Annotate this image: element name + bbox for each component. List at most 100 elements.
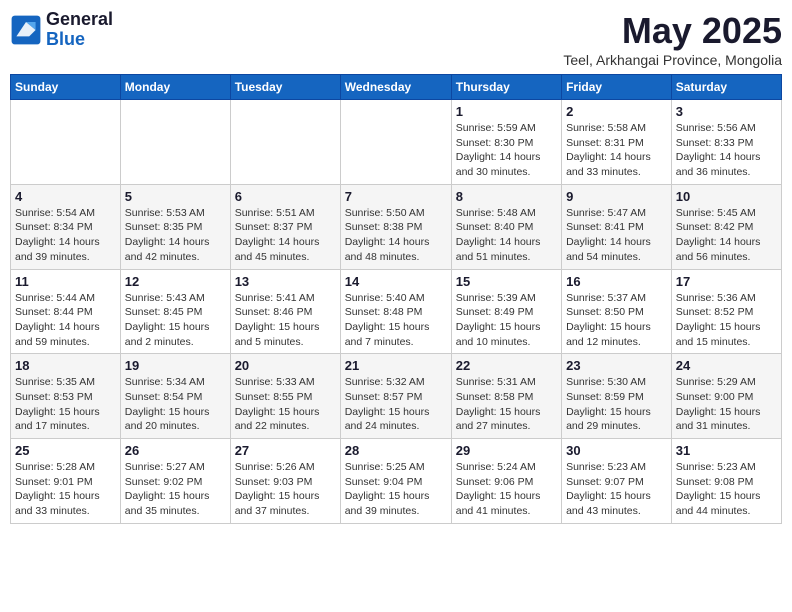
day-number: 23 (566, 358, 667, 373)
calendar-cell: 19 Sunrise: 5:34 AM Sunset: 8:54 PM Dayli… (120, 354, 230, 439)
day-info: Sunrise: 5:43 AM Sunset: 8:45 PM Dayligh… (125, 291, 226, 350)
weekday-header: Friday (562, 75, 672, 100)
calendar-cell: 25 Sunrise: 5:28 AM Sunset: 9:01 PM Dayli… (11, 439, 121, 524)
day-number: 26 (125, 443, 226, 458)
day-info: Sunrise: 5:33 AM Sunset: 8:55 PM Dayligh… (235, 375, 336, 434)
day-info: Sunrise: 5:28 AM Sunset: 9:01 PM Dayligh… (15, 460, 116, 519)
calendar-cell: 30 Sunrise: 5:23 AM Sunset: 9:07 PM Dayli… (562, 439, 672, 524)
calendar-cell: 27Sunrise: 5:26 AM Sunset: 9:03 PM Dayli… (230, 439, 340, 524)
weekday-header: Sunday (11, 75, 121, 100)
calendar-cell: 4 Sunrise: 5:54 AM Sunset: 8:34 PM Daylig… (11, 184, 121, 269)
day-info: Sunrise: 5:23 AM Sunset: 9:07 PM Dayligh… (566, 460, 667, 519)
day-info: Sunrise: 5:50 AM Sunset: 8:38 PM Dayligh… (345, 206, 447, 265)
calendar-cell: 21 Sunrise: 5:32 AM Sunset: 8:57 PM Dayli… (340, 354, 451, 439)
calendar-cell: 11Sunrise: 5:44 AM Sunset: 8:44 PM Dayli… (11, 269, 121, 354)
calendar-cell (230, 100, 340, 185)
day-number: 4 (15, 189, 116, 204)
calendar-cell (120, 100, 230, 185)
calendar-week-row: 11Sunrise: 5:44 AM Sunset: 8:44 PM Dayli… (11, 269, 782, 354)
day-number: 16 (566, 274, 667, 289)
day-number: 31 (676, 443, 777, 458)
day-number: 9 (566, 189, 667, 204)
day-number: 10 (676, 189, 777, 204)
day-number: 24 (676, 358, 777, 373)
day-info: Sunrise: 5:56 AM Sunset: 8:33 PM Dayligh… (676, 121, 777, 180)
day-info: Sunrise: 5:40 AM Sunset: 8:48 PM Dayligh… (345, 291, 447, 350)
day-info: Sunrise: 5:29 AM Sunset: 9:00 PM Dayligh… (676, 375, 777, 434)
calendar-cell: 12 Sunrise: 5:43 AM Sunset: 8:45 PM Dayli… (120, 269, 230, 354)
day-number: 17 (676, 274, 777, 289)
weekday-header: Thursday (451, 75, 561, 100)
day-number: 20 (235, 358, 336, 373)
calendar-cell: 31 Sunrise: 5:23 AM Sunset: 9:08 PM Dayli… (671, 439, 781, 524)
calendar-cell: 6 Sunrise: 5:51 AM Sunset: 8:37 PM Daylig… (230, 184, 340, 269)
day-info: Sunrise: 5:39 AM Sunset: 8:49 PM Dayligh… (456, 291, 557, 350)
calendar-cell: 7 Sunrise: 5:50 AM Sunset: 8:38 PM Daylig… (340, 184, 451, 269)
page-header: General Blue May 2025 Teel, Arkhangai Pr… (10, 10, 782, 68)
day-info: Sunrise: 5:54 AM Sunset: 8:34 PM Dayligh… (15, 206, 116, 265)
day-info: Sunrise: 5:53 AM Sunset: 8:35 PM Dayligh… (125, 206, 226, 265)
calendar-cell: 17Sunrise: 5:36 AM Sunset: 8:52 PM Dayli… (671, 269, 781, 354)
logo: General Blue (10, 10, 113, 50)
day-number: 30 (566, 443, 667, 458)
calendar-cell: 26 Sunrise: 5:27 AM Sunset: 9:02 PM Dayli… (120, 439, 230, 524)
logo-text: General Blue (46, 10, 113, 50)
day-number: 15 (456, 274, 557, 289)
day-number: 5 (125, 189, 226, 204)
day-info: Sunrise: 5:41 AM Sunset: 8:46 PM Dayligh… (235, 291, 336, 350)
day-number: 29 (456, 443, 557, 458)
day-info: Sunrise: 5:32 AM Sunset: 8:57 PM Dayligh… (345, 375, 447, 434)
day-number: 25 (15, 443, 116, 458)
calendar-cell: 28Sunrise: 5:25 AM Sunset: 9:04 PM Dayli… (340, 439, 451, 524)
day-info: Sunrise: 5:51 AM Sunset: 8:37 PM Dayligh… (235, 206, 336, 265)
calendar-cell: 13 Sunrise: 5:41 AM Sunset: 8:46 PM Dayli… (230, 269, 340, 354)
logo-general: General (46, 10, 113, 30)
day-number: 21 (345, 358, 447, 373)
day-number: 12 (125, 274, 226, 289)
day-number: 13 (235, 274, 336, 289)
day-number: 19 (125, 358, 226, 373)
day-info: Sunrise: 5:47 AM Sunset: 8:41 PM Dayligh… (566, 206, 667, 265)
day-info: Sunrise: 5:30 AM Sunset: 8:59 PM Dayligh… (566, 375, 667, 434)
calendar-week-row: 25 Sunrise: 5:28 AM Sunset: 9:01 PM Dayli… (11, 439, 782, 524)
day-number: 7 (345, 189, 447, 204)
day-info: Sunrise: 5:23 AM Sunset: 9:08 PM Dayligh… (676, 460, 777, 519)
calendar-cell: 29 Sunrise: 5:24 AM Sunset: 9:06 PM Dayli… (451, 439, 561, 524)
day-info: Sunrise: 5:48 AM Sunset: 8:40 PM Dayligh… (456, 206, 557, 265)
day-info: Sunrise: 5:44 AM Sunset: 8:44 PM Dayligh… (15, 291, 116, 350)
day-info: Sunrise: 5:45 AM Sunset: 8:42 PM Dayligh… (676, 206, 777, 265)
day-info: Sunrise: 5:59 AM Sunset: 8:30 PM Dayligh… (456, 121, 557, 180)
day-info: Sunrise: 5:27 AM Sunset: 9:02 PM Dayligh… (125, 460, 226, 519)
weekday-header: Monday (120, 75, 230, 100)
weekday-header: Saturday (671, 75, 781, 100)
calendar-subtitle: Teel, Arkhangai Province, Mongolia (563, 52, 782, 68)
day-number: 14 (345, 274, 447, 289)
calendar-cell: 10 Sunrise: 5:45 AM Sunset: 8:42 PM Dayli… (671, 184, 781, 269)
day-number: 8 (456, 189, 557, 204)
calendar-cell: 8 Sunrise: 5:48 AM Sunset: 8:40 PM Daylig… (451, 184, 561, 269)
calendar-cell: 18Sunrise: 5:35 AM Sunset: 8:53 PM Dayli… (11, 354, 121, 439)
calendar-cell: 9 Sunrise: 5:47 AM Sunset: 8:41 PM Daylig… (562, 184, 672, 269)
day-info: Sunrise: 5:34 AM Sunset: 8:54 PM Dayligh… (125, 375, 226, 434)
calendar-cell: 2Sunrise: 5:58 AM Sunset: 8:31 PM Daylig… (562, 100, 672, 185)
calendar-cell: 20 Sunrise: 5:33 AM Sunset: 8:55 PM Dayli… (230, 354, 340, 439)
calendar-week-row: 1Sunrise: 5:59 AM Sunset: 8:30 PM Daylig… (11, 100, 782, 185)
calendar-cell: 1Sunrise: 5:59 AM Sunset: 8:30 PM Daylig… (451, 100, 561, 185)
day-number: 28 (345, 443, 447, 458)
weekday-header-row: SundayMondayTuesdayWednesdayThursdayFrid… (11, 75, 782, 100)
day-info: Sunrise: 5:58 AM Sunset: 8:31 PM Dayligh… (566, 121, 667, 180)
calendar-cell (340, 100, 451, 185)
calendar-title: May 2025 (563, 10, 782, 52)
calendar-cell: 15 Sunrise: 5:39 AM Sunset: 8:49 PM Dayli… (451, 269, 561, 354)
day-info: Sunrise: 5:37 AM Sunset: 8:50 PM Dayligh… (566, 291, 667, 350)
calendar-cell: 16 Sunrise: 5:37 AM Sunset: 8:50 PM Dayli… (562, 269, 672, 354)
weekday-header: Tuesday (230, 75, 340, 100)
calendar-table: SundayMondayTuesdayWednesdayThursdayFrid… (10, 74, 782, 524)
calendar-cell: 5 Sunrise: 5:53 AM Sunset: 8:35 PM Daylig… (120, 184, 230, 269)
day-number: 6 (235, 189, 336, 204)
logo-blue: Blue (46, 30, 113, 50)
day-info: Sunrise: 5:24 AM Sunset: 9:06 PM Dayligh… (456, 460, 557, 519)
weekday-header: Wednesday (340, 75, 451, 100)
day-number: 3 (676, 104, 777, 119)
day-number: 22 (456, 358, 557, 373)
